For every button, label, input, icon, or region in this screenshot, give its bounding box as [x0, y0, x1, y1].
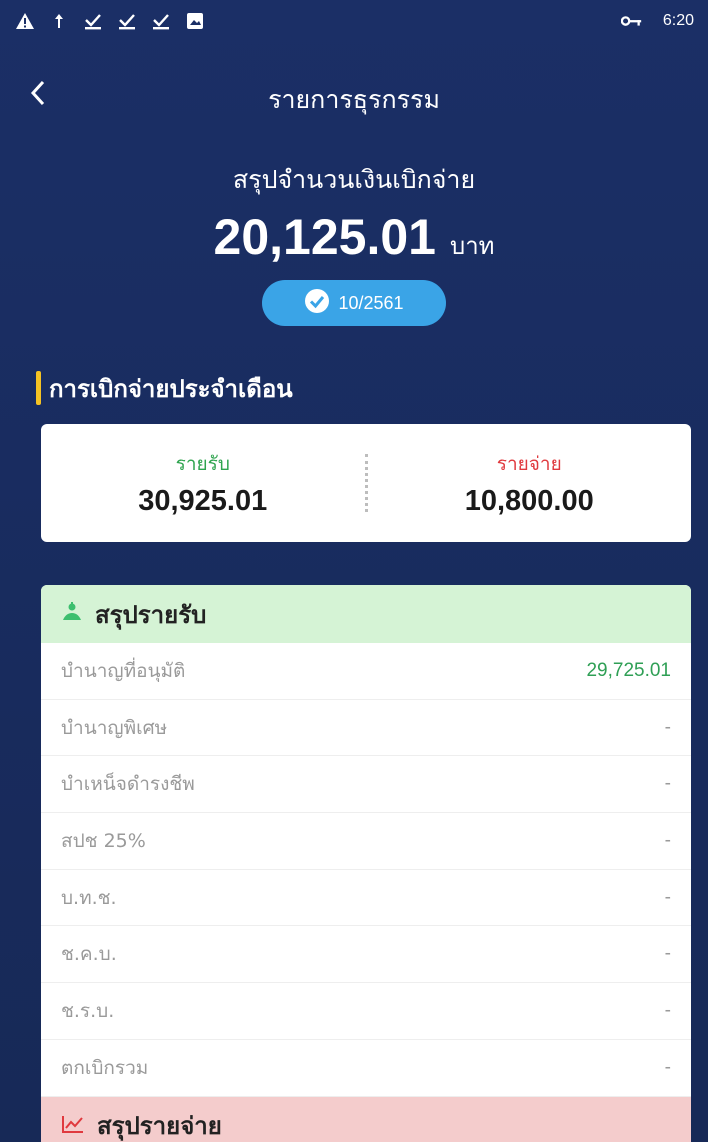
download-done-icon	[82, 10, 104, 32]
app-header: รายการธุรกรรม	[0, 60, 708, 130]
row-value: -	[664, 829, 671, 851]
page-title: รายการธุรกรรม	[268, 85, 440, 114]
warning-icon	[14, 10, 36, 32]
row-value: 29,725.01	[586, 659, 671, 681]
row-value: -	[664, 773, 671, 795]
list-item: ช.ค.บ. -	[41, 926, 691, 984]
income-value: 30,925.01	[138, 484, 268, 517]
expense-summary-title: สรุปรายจ่าย	[97, 1112, 222, 1140]
income-label: รายรับ	[175, 452, 230, 475]
row-value: -	[664, 886, 671, 908]
row-label: สปช 25%	[61, 829, 146, 852]
summary-amount-row: 20,125.01 บาท	[0, 208, 708, 266]
summary-unit: บาท	[449, 232, 495, 260]
app-screen: 6:20 รายการธุรกรรม สรุปจำนวนเงินเบิกจ่าย…	[0, 0, 708, 1142]
expense-summary-header[interactable]: สรุปรายจ่าย	[41, 1096, 691, 1142]
row-value: -	[664, 943, 671, 965]
expense-column: รายจ่าย 10,800.00	[368, 449, 692, 518]
list-item: บำนาญพิเศษ -	[41, 700, 691, 757]
row-value: -	[664, 999, 671, 1021]
row-label: บำนาญพิเศษ	[61, 716, 168, 739]
section-accent-bar	[36, 371, 41, 405]
download-done-icon	[150, 10, 172, 32]
income-expense-card: รายรับ 30,925.01 รายจ่าย 10,800.00	[41, 424, 691, 542]
income-person-icon	[61, 601, 83, 627]
expense-label: รายจ่าย	[496, 452, 562, 475]
vpn-key-icon	[620, 10, 643, 32]
disbursement-summary: สรุปจำนวนเงินเบิกจ่าย 20,125.01 บาท 10/2…	[0, 160, 708, 326]
list-item: บำนาญที่อนุมัติ 29,725.01	[41, 643, 691, 700]
row-label: ช.ร.บ.	[61, 999, 115, 1022]
row-label: ช.ค.บ.	[61, 943, 117, 966]
row-label: บ.ท.ช.	[61, 886, 117, 909]
row-label: ตกเบิกรวม	[61, 1056, 149, 1079]
download-done-icon	[116, 10, 138, 32]
period-selector[interactable]: 10/2561	[262, 280, 446, 326]
status-icons	[14, 10, 206, 32]
income-summary-title: สรุปรายรับ	[95, 600, 207, 629]
row-value: -	[664, 1056, 671, 1078]
check-circle-icon	[304, 288, 330, 318]
upload-icon	[48, 10, 70, 32]
row-label: บำเหน็จดำรงชีพ	[61, 773, 195, 796]
image-icon	[184, 10, 206, 32]
summary-label: สรุปจำนวนเงินเบิกจ่าย	[232, 165, 476, 194]
period-text: 10/2561	[338, 292, 404, 313]
status-right: 6:20	[620, 10, 694, 32]
list-item: บ.ท.ช. -	[41, 870, 691, 927]
list-item: ช.ร.บ. -	[41, 983, 691, 1040]
status-bar: 6:20	[0, 0, 708, 42]
status-time: 6:20	[662, 12, 694, 29]
income-column: รายรับ 30,925.01	[41, 449, 365, 518]
expense-value: 10,800.00	[464, 484, 594, 517]
summary-amount: 20,125.01	[213, 209, 436, 265]
row-label: บำนาญที่อนุมัติ	[61, 659, 186, 682]
income-summary-header[interactable]: สรุปรายรับ	[41, 585, 691, 643]
row-value: -	[664, 716, 671, 738]
income-summary-card: สรุปรายรับ บำนาญที่อนุมัติ 29,725.01 บำน…	[41, 585, 691, 1142]
trending-chart-icon	[61, 1114, 85, 1138]
monthly-section-heading: การเบิกจ่ายประจำเดือน	[36, 370, 293, 406]
section-title: การเบิกจ่ายประจำเดือน	[49, 374, 293, 403]
list-item: ตกเบิกรวม -	[41, 1040, 691, 1097]
list-item: บำเหน็จดำรงชีพ -	[41, 756, 691, 814]
list-item: สปช 25% -	[41, 813, 691, 870]
